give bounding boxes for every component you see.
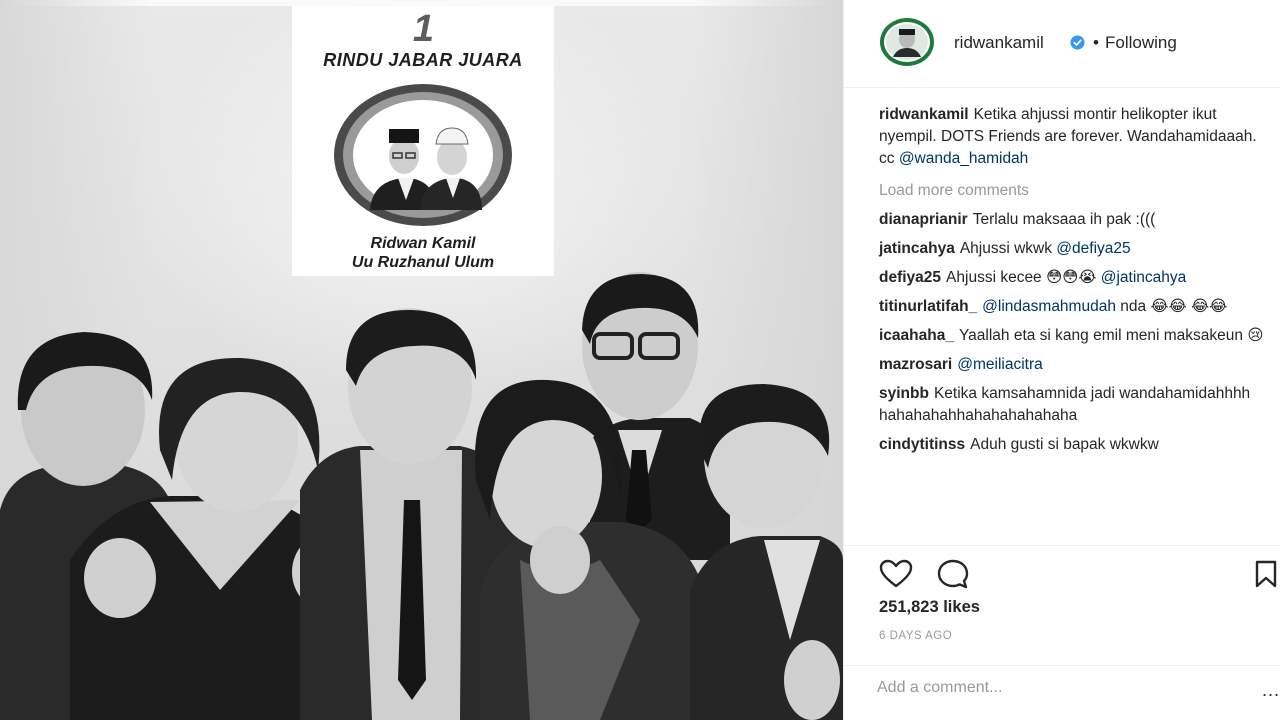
comment-text: nda 😂😂 😂😂 <box>1120 298 1228 315</box>
comment-item: jatincahya Ahjussi wkwk @defiya25 <box>879 238 1269 260</box>
comment-text: Yaallah eta si kang emil meni maksakeun … <box>958 327 1264 344</box>
caption: ridwankamil Ketika ahjussi montir helikop… <box>879 104 1269 170</box>
comment-username[interactable]: titinurlatifah_ <box>879 298 977 315</box>
comment-username[interactable]: defiya25 <box>879 269 941 286</box>
group-photo-people <box>0 272 843 720</box>
comment-item: defiya25 Ahjussi kecee 😳😳😭 @jatincahya <box>879 267 1269 289</box>
load-more-comments-button[interactable]: Load more comments <box>879 180 1269 202</box>
separator-dot: • <box>1093 33 1099 52</box>
comment-item: syinbb Ketika kamsahamnida jadi wandahami… <box>879 383 1269 427</box>
following-button[interactable]: Following <box>1105 33 1177 53</box>
post-actions: 251,823 likes 6 DAYS AGO <box>844 545 1280 665</box>
comment-mention[interactable]: @lindasmahmudah <box>982 298 1116 315</box>
comment-text: Ahjussi kecee 😳😳😭 <box>946 269 1097 286</box>
comments-list: ridwankamil Ketika ahjussi montir helikop… <box>879 104 1269 463</box>
candidates-portrait <box>334 84 512 226</box>
caption-mention[interactable]: @wanda_hamidah <box>899 150 1029 167</box>
add-comment-input[interactable] <box>877 674 1237 702</box>
like-heart-icon[interactable] <box>879 559 913 589</box>
comment-item: icaahaha_ Yaallah eta si kang emil meni m… <box>879 325 1269 347</box>
instagram-post-view: 1 RINDU JABAR JUARA Ridwan Kamil Uu Ruzh… <box>0 0 1280 720</box>
comment-item: cindytitinss Aduh gusti si bapak wkwkw <box>879 434 1269 456</box>
badge-number: 1 <box>412 8 434 50</box>
comment-mention[interactable]: @jatincahya <box>1101 269 1187 286</box>
comment-username[interactable]: dianaprianir <box>879 211 968 228</box>
comment-username[interactable]: cindytitinss <box>879 436 965 453</box>
comment-mention[interactable]: @meiliacitra <box>957 356 1043 373</box>
avatar[interactable] <box>879 17 935 67</box>
comment-username[interactable]: jatincahya <box>879 240 955 257</box>
comment-item: titinurlatifah_ @lindasmahmudah nda 😂😂 😂😂 <box>879 296 1269 318</box>
comment-item: mazrosari @meiliacitra <box>879 354 1269 376</box>
post-header: ridwankamil • Following <box>844 0 1280 88</box>
post-timestamp[interactable]: 6 DAYS AGO <box>879 630 952 642</box>
comment-mention[interactable]: @defiya25 <box>1056 240 1130 257</box>
comment-text: Ahjussi wkwk <box>959 240 1052 257</box>
add-comment-bar: ... <box>844 665 1280 720</box>
badge-title: RINDU JABAR JUARA <box>323 50 523 70</box>
comment-username[interactable]: icaahaha_ <box>879 327 954 344</box>
more-options-button[interactable]: ... <box>1262 680 1280 701</box>
comment-text: Aduh gusti si bapak wkwkw <box>970 436 1159 453</box>
username[interactable]: ridwankamil <box>954 33 1044 53</box>
campaign-badge: 1 RINDU JABAR JUARA Ridwan Kamil Uu Ruzh… <box>292 6 554 276</box>
likes-count[interactable]: 251,823 likes <box>879 598 980 617</box>
comment-username[interactable]: syinbb <box>879 385 929 402</box>
badge-name-line1: Ridwan Kamil <box>370 235 476 252</box>
comment-text: Ketika kamsahamnida jadi wandahamidahhhh… <box>879 385 1251 424</box>
post-photo[interactable]: 1 RINDU JABAR JUARA Ridwan Kamil Uu Ruzh… <box>0 0 843 720</box>
comment-text: Terlalu maksaaa ih pak :((( <box>972 211 1156 228</box>
bookmark-icon[interactable] <box>1254 560 1278 588</box>
verified-badge-icon <box>1070 35 1085 50</box>
comment-item: dianaprianir Terlalu maksaaa ih pak :((( <box>879 209 1269 231</box>
post-sidebar: ridwankamil • Following ridwankamil Ketik… <box>843 0 1280 720</box>
comment-username[interactable]: mazrosari <box>879 356 952 373</box>
caption-username[interactable]: ridwankamil <box>879 106 969 123</box>
comment-bubble-icon[interactable] <box>936 558 970 590</box>
